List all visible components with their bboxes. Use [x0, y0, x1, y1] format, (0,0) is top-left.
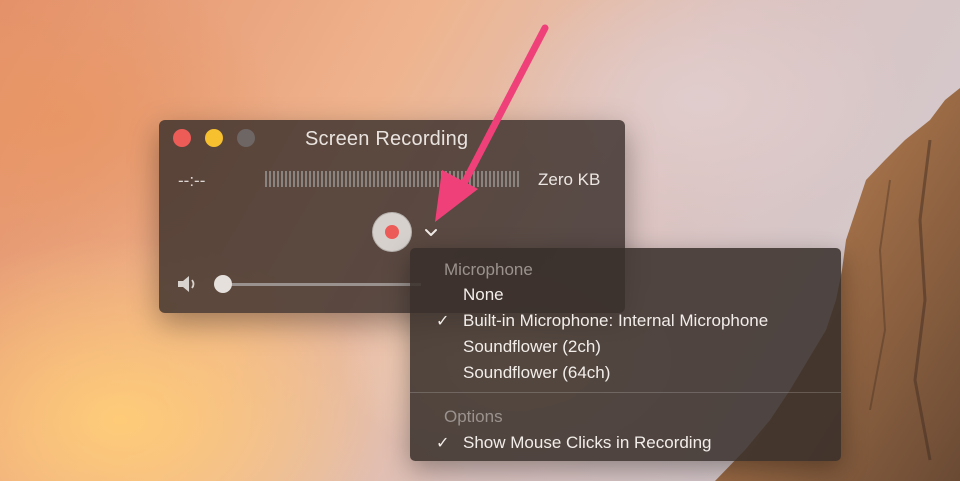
- file-size: Zero KB: [538, 170, 601, 189]
- checkmark-icon: ✓: [436, 435, 450, 452]
- menu-item-built-in-microphone[interactable]: Built-in Microphone: Internal Microphone: [463, 311, 768, 331]
- volume-slider-thumb[interactable]: [214, 275, 232, 293]
- chevron-down-icon[interactable]: [423, 224, 439, 240]
- window-title: Screen Recording: [305, 128, 469, 150]
- zoom-window-button[interactable]: [237, 129, 255, 147]
- menu-item-none[interactable]: None: [463, 285, 504, 305]
- menu-header-microphone: Microphone: [444, 260, 533, 279]
- menu-header-options: Options: [444, 407, 503, 426]
- menu-item-show-mouse-clicks[interactable]: Show Mouse Clicks in Recording: [463, 433, 712, 453]
- record-icon: [385, 225, 399, 239]
- menu-item-soundflower-64ch[interactable]: Soundflower (64ch): [463, 363, 610, 383]
- audio-level-meter: [265, 171, 519, 187]
- record-button[interactable]: [372, 212, 412, 252]
- minimize-window-button[interactable]: [205, 129, 223, 147]
- elapsed-time: --:--: [178, 171, 206, 190]
- menu-divider: [410, 392, 841, 393]
- recording-options-menu: Microphone None ✓ Built-in Microphone: I…: [410, 248, 841, 461]
- checkmark-icon: ✓: [436, 313, 450, 330]
- close-window-button[interactable]: [173, 129, 191, 147]
- menu-item-soundflower-2ch[interactable]: Soundflower (2ch): [463, 337, 601, 357]
- speaker-icon: [178, 276, 195, 292]
- volume-slider-track[interactable]: [221, 283, 421, 286]
